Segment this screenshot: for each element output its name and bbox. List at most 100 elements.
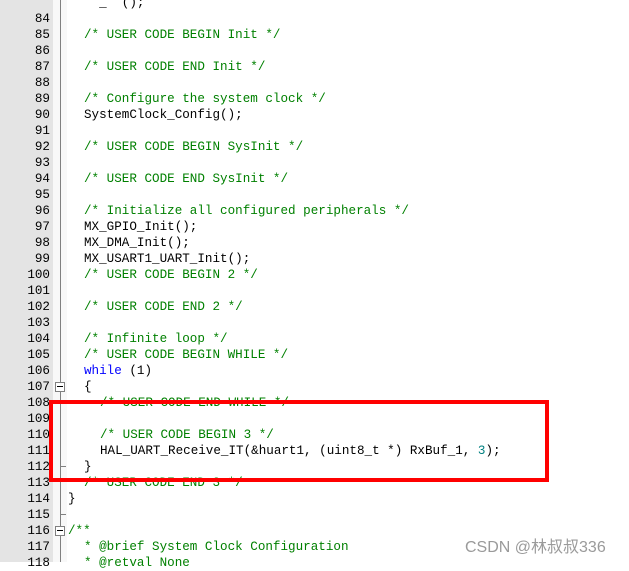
code-line[interactable]: 101 (0, 283, 629, 299)
code-line[interactable]: 90 SystemClock_Config(); (0, 107, 629, 123)
comment-token: * @brief System Clock Configuration (84, 540, 349, 554)
line-number: 108 (27, 396, 50, 410)
code-line[interactable]: 100 /* USER CODE BEGIN 2 */ (0, 267, 629, 283)
line-number: 86 (34, 44, 50, 58)
line-number: 87 (34, 60, 50, 74)
code-line[interactable]: 114} (0, 491, 629, 507)
code-line[interactable]: 106 while (1) (0, 363, 629, 379)
watermark: CSDN @林叔叔336 (465, 539, 606, 556)
line-number: 85 (34, 28, 50, 42)
line-number: 104 (27, 332, 50, 346)
comment-token: /* USER CODE BEGIN Init */ (84, 28, 281, 42)
line-number: 97 (34, 220, 50, 234)
line-text: _ (); (84, 0, 144, 11)
comment-token: /** (68, 524, 91, 538)
line-number: 89 (34, 92, 50, 106)
code-line[interactable]: 88 (0, 75, 629, 91)
line-text: /* Infinite loop */ (84, 331, 228, 347)
fold-collapse-icon[interactable] (55, 526, 65, 536)
code-line[interactable]: 104 /* Infinite loop */ (0, 331, 629, 347)
line-number: 117 (27, 540, 50, 554)
line-number: 96 (34, 204, 50, 218)
line-number: 101 (27, 284, 50, 298)
code-line[interactable]: 102 /* USER CODE END 2 */ (0, 299, 629, 315)
comment-token: /* USER CODE BEGIN WHILE */ (84, 348, 289, 362)
line-text: SystemClock_Config(); (84, 107, 243, 123)
line-number: 84 (34, 12, 50, 26)
line-number: 111 (27, 444, 50, 458)
line-text: /* USER CODE BEGIN SysInit */ (84, 139, 303, 155)
line-number: 105 (27, 348, 50, 362)
keyword-token: while (84, 364, 122, 378)
line-number: 100 (27, 268, 50, 282)
line-number: 106 (27, 364, 50, 378)
line-text: /* USER CODE END Init */ (84, 59, 265, 75)
fold-collapse-icon[interactable] (55, 382, 65, 392)
code-token: MX_DMA_Init(); (84, 236, 190, 250)
code-line[interactable]: 103 (0, 315, 629, 331)
line-text: /* Configure the system clock */ (84, 91, 326, 107)
line-number: 88 (34, 76, 50, 90)
code-editor[interactable]: _ (); 84 85 /* USER CODE BEGIN Init */ 86 87 /… (0, 0, 629, 571)
line-number: 92 (34, 140, 50, 154)
line-number: 115 (27, 508, 50, 522)
code-line[interactable]: 94 /* USER CODE END SysInit */ (0, 171, 629, 187)
line-number: 116 (27, 524, 50, 538)
code-line[interactable]: _ (); (0, 0, 629, 11)
line-number: 114 (27, 492, 50, 506)
comment-token: /* Initialize all configured peripherals… (84, 204, 409, 218)
line-text: MX_DMA_Init(); (84, 235, 190, 251)
line-number: 93 (34, 156, 50, 170)
code-line[interactable]: 93 (0, 155, 629, 171)
fold-end-marker (60, 514, 66, 515)
line-text: /* USER CODE END 2 */ (84, 299, 243, 315)
line-text: } (68, 491, 76, 507)
comment-token: /* USER CODE END Init */ (84, 60, 266, 74)
line-text: /* USER CODE BEGIN 2 */ (84, 267, 258, 283)
line-text: /* USER CODE BEGIN Init */ (84, 27, 281, 43)
line-text: while (1) (84, 363, 152, 379)
code-token: MX_USART1_UART_Init(); (84, 252, 251, 266)
code-token: MX_GPIO_Init(); (84, 220, 198, 234)
code-line[interactable]: 99 MX_USART1_UART_Init(); (0, 251, 629, 267)
code-line[interactable]: 105 /* USER CODE BEGIN WHILE */ (0, 347, 629, 363)
code-line[interactable]: 87 /* USER CODE END Init */ (0, 59, 629, 75)
line-number: 109 (27, 412, 50, 426)
line-number: 112 (27, 460, 50, 474)
line-text: /* USER CODE BEGIN WHILE */ (84, 347, 288, 363)
code-token: { (84, 380, 92, 394)
code-line[interactable]: 96 /* Initialize all configured periphera… (0, 203, 629, 219)
code-line[interactable]: 91 (0, 123, 629, 139)
code-line[interactable]: 92 /* USER CODE BEGIN SysInit */ (0, 139, 629, 155)
comment-token: /* USER CODE BEGIN SysInit */ (84, 140, 304, 154)
line-text: /* USER CODE END SysInit */ (84, 171, 288, 187)
code-line[interactable]: 86 (0, 43, 629, 59)
line-number: 103 (27, 316, 50, 330)
line-number: 90 (34, 108, 50, 122)
line-number: 95 (34, 188, 50, 202)
code-token: (1) (121, 364, 153, 378)
line-text: MX_USART1_UART_Init(); (84, 251, 250, 267)
code-line[interactable]: 95 (0, 187, 629, 203)
comment-token: /* Infinite loop */ (84, 332, 228, 346)
code-line[interactable]: 89 /* Configure the system clock */ (0, 91, 629, 107)
line-number: 98 (34, 236, 50, 250)
line-text: { (84, 379, 92, 395)
code-line[interactable]: 115 (0, 507, 629, 523)
line-number: 107 (27, 380, 50, 394)
line-number: 99 (34, 252, 50, 266)
comment-token: /* Configure the system clock */ (84, 92, 326, 106)
line-number: 113 (27, 476, 50, 490)
code-line[interactable]: 85 /* USER CODE BEGIN Init */ (0, 27, 629, 43)
code-line[interactable]: 98 MX_DMA_Init(); (0, 235, 629, 251)
code-line[interactable]: 84 (0, 11, 629, 27)
line-number: 102 (27, 300, 50, 314)
line-number: 94 (34, 172, 50, 186)
line-number: 118 (27, 556, 50, 570)
code-line[interactable]: 107 { (0, 379, 629, 395)
code-line[interactable]: 97 MX_GPIO_Init(); (0, 219, 629, 235)
line-text: MX_GPIO_Init(); (84, 219, 197, 235)
line-text: * @brief System Clock Configuration (84, 539, 349, 555)
code-line[interactable]: 118 * @retval None (0, 555, 629, 571)
code-token: _ (); (84, 0, 145, 10)
